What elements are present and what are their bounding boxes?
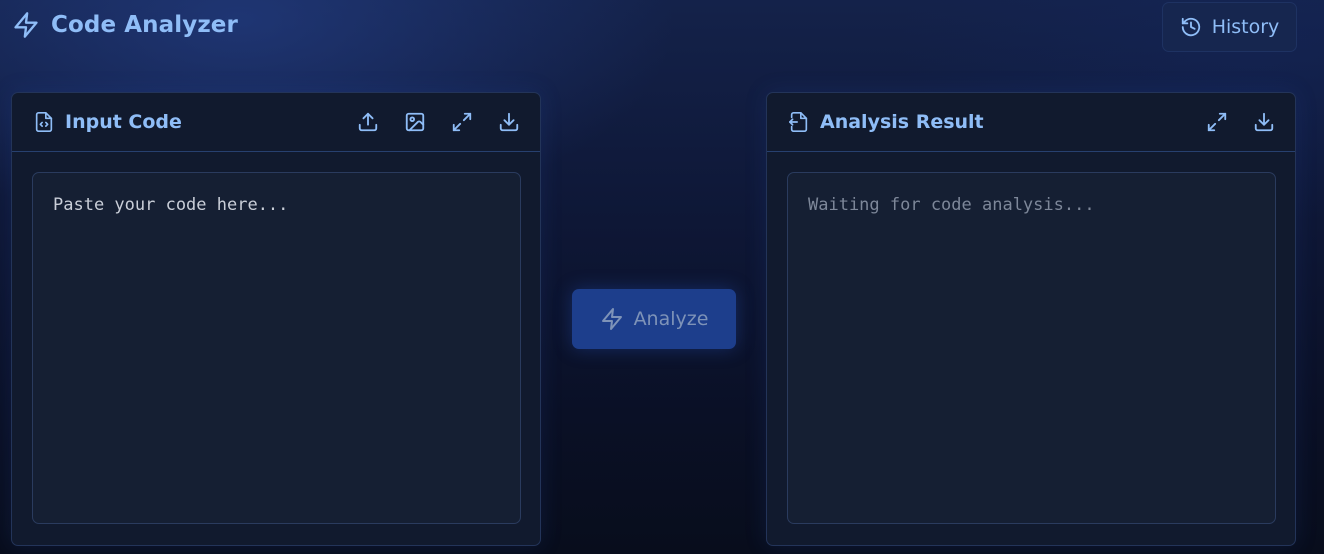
code-input[interactable] (32, 172, 521, 524)
result-panel-title: Analysis Result (820, 111, 984, 133)
download-icon (1254, 112, 1274, 132)
history-icon (1181, 17, 1200, 37)
input-panel-header: Input Code (12, 93, 540, 152)
analyze-label: Analyze (633, 308, 709, 330)
analysis-result-panel: Analysis Result Waiting for code analysi… (766, 92, 1296, 546)
analyze-button[interactable]: Analyze (572, 289, 736, 349)
download-button[interactable] (498, 111, 520, 133)
lightning-icon (601, 308, 622, 330)
download-icon (499, 112, 519, 132)
lightning-icon (14, 12, 38, 38)
result-panel-toolbar (1206, 111, 1275, 133)
result-download-button[interactable] (1253, 111, 1275, 133)
history-button[interactable]: History (1162, 2, 1297, 52)
file-output-icon (789, 112, 808, 132)
app-title: Code Analyzer (51, 12, 238, 38)
input-panel-title: Input Code (65, 111, 182, 133)
upload-button[interactable] (357, 111, 379, 133)
result-expand-button[interactable] (1206, 111, 1228, 133)
input-panel-toolbar (357, 111, 520, 133)
expand-icon (1207, 112, 1227, 132)
history-label: History (1211, 16, 1280, 38)
image-button[interactable] (404, 111, 426, 133)
app-header: Code Analyzer (12, 11, 238, 39)
input-code-panel: Input Code (11, 92, 541, 546)
file-code-icon (35, 112, 53, 132)
image-icon (405, 112, 425, 132)
upload-icon (358, 112, 378, 132)
expand-icon (452, 112, 472, 132)
result-placeholder: Waiting for code analysis... (808, 195, 1095, 215)
analysis-result-output: Waiting for code analysis... (787, 172, 1276, 524)
expand-button[interactable] (451, 111, 473, 133)
result-panel-header: Analysis Result (767, 93, 1295, 152)
